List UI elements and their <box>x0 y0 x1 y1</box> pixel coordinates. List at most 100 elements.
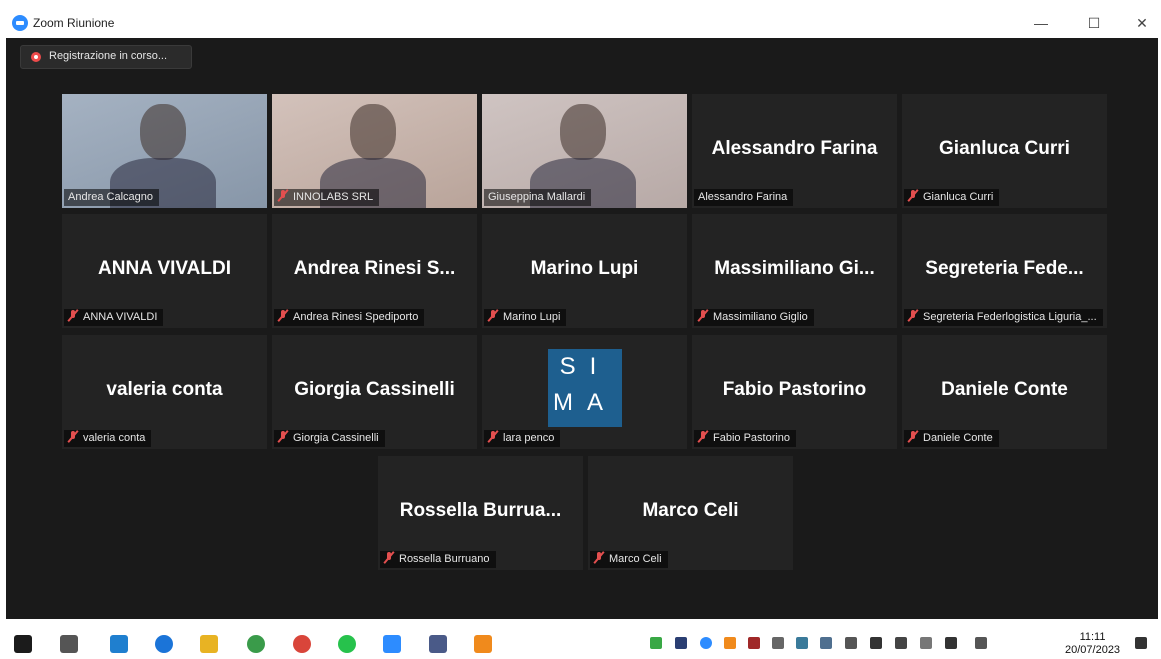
participant-nameplate: Rossella Burruano <box>380 551 496 568</box>
participant-name: Daniele Conte <box>923 432 993 444</box>
participant-nameplate: lara penco <box>484 430 561 447</box>
participant-display-name: Gianluca Curri <box>939 138 1070 159</box>
participant-display-name: Alessandro Farina <box>711 138 878 159</box>
participant-nameplate: Andrea Calcagno <box>64 189 160 206</box>
title-bar: Zoom Riunione — ☐ ✕ <box>6 8 1158 38</box>
usb-icon[interactable] <box>945 637 957 649</box>
windows-taskbar: 11:11 20/07/2023 <box>0 627 1161 659</box>
pen-icon[interactable] <box>975 637 987 649</box>
clock-date: 20/07/2023 <box>1065 644 1121 656</box>
start-icon[interactable] <box>14 635 32 653</box>
participant-tile[interactable]: Alessandro Farina Alessandro Farina <box>692 94 897 208</box>
participant-display-name: Giorgia Cassinelli <box>294 379 455 400</box>
record-icon <box>31 52 41 62</box>
mic-muted-icon <box>277 189 289 202</box>
participant-nameplate: Daniele Conte <box>904 430 999 447</box>
participant-name: Giorgia Cassinelli <box>293 432 379 444</box>
participant-name: Andrea Calcagno <box>68 191 154 203</box>
mic-muted-icon <box>487 309 499 322</box>
task-view-icon[interactable] <box>60 635 78 653</box>
tray-calendar-icon[interactable] <box>748 637 760 649</box>
close-button[interactable]: ✕ <box>1122 12 1158 34</box>
tray-zoom-icon[interactable] <box>700 637 712 649</box>
participant-tile[interactable]: Gianluca Curri Gianluca Curri <box>902 94 1107 208</box>
participant-nameplate: INNOLABS SRL <box>274 189 380 206</box>
mic-muted-icon <box>907 309 919 322</box>
participant-display-name: Massimiliano Gi... <box>714 258 875 279</box>
zoom-taskbar-icon[interactable] <box>383 635 401 653</box>
participant-nameplate: ANNA VIVALDI <box>64 309 164 326</box>
participant-tile[interactable]: Andrea Calcagno <box>62 94 267 208</box>
participant-name: ANNA VIVALDI <box>83 311 158 323</box>
whatsapp-icon[interactable] <box>338 635 356 653</box>
notifications-icon[interactable] <box>1135 637 1147 649</box>
clock-time: 11:11 <box>1079 631 1106 643</box>
participant-tile[interactable]: Giorgia Cassinelli Giorgia Cassinelli <box>272 335 477 449</box>
participant-head <box>350 104 396 160</box>
chrome-profile-icon[interactable] <box>293 635 311 653</box>
mic-muted-icon <box>907 189 919 202</box>
participant-nameplate: Gianluca Curri <box>904 189 1000 206</box>
participant-tile[interactable]: ANNA VIVALDI ANNA VIVALDI <box>62 214 267 328</box>
mic-muted-icon <box>593 551 605 564</box>
participant-name: Andrea Rinesi Spediporto <box>293 311 419 323</box>
participant-tile[interactable]: Marco Celi Marco Celi <box>588 456 793 570</box>
participant-name: lara penco <box>503 432 555 444</box>
participant-display-name: Rossella Burrua... <box>399 500 562 521</box>
paint-icon[interactable] <box>429 635 447 653</box>
participant-tile[interactable]: valeria conta valeria conta <box>62 335 267 449</box>
edge-icon[interactable] <box>155 635 173 653</box>
participant-tile[interactable]: Daniele Conte Daniele Conte <box>902 335 1107 449</box>
tray-settings-icon[interactable] <box>772 637 784 649</box>
tray-app-icon[interactable] <box>650 637 662 649</box>
system-clock[interactable]: 11:11 20/07/2023 <box>1065 631 1120 657</box>
participant-display-name: Segreteria Fede... <box>925 258 1084 279</box>
participant-display-name: valeria conta <box>106 379 223 400</box>
participant-nameplate: Andrea Rinesi Spediporto <box>274 309 425 326</box>
participant-tile[interactable]: Massimiliano Gi... Massimiliano Giglio <box>692 214 897 328</box>
participant-tile[interactable]: Marino Lupi Marino Lupi <box>482 214 687 328</box>
vlc-icon[interactable] <box>474 635 492 653</box>
participant-tile[interactable]: Giuseppina Mallardi <box>482 94 687 208</box>
wifi-icon[interactable] <box>845 637 857 649</box>
participant-nameplate: Massimiliano Giglio <box>694 309 814 326</box>
maximize-button[interactable]: ☐ <box>1074 12 1114 34</box>
participant-tile[interactable]: Andrea Rinesi S... Andrea Rinesi Spedipor… <box>272 214 477 328</box>
participant-tile[interactable]: SI MA lara penco <box>482 335 687 449</box>
participant-nameplate: Giorgia Cassinelli <box>274 430 385 447</box>
zoom-meeting-window: Zoom Riunione — ☐ ✕ Registrazione in cor… <box>6 8 1158 619</box>
participant-name: Massimiliano Giglio <box>713 311 808 323</box>
tray-monitor-icon[interactable] <box>820 637 832 649</box>
sima-logo-row-1: SI <box>559 353 611 380</box>
tray-network-app-icon[interactable] <box>796 637 808 649</box>
participant-tile[interactable]: Fabio Pastorino Fabio Pastorino <box>692 335 897 449</box>
participant-name: Marco Celi <box>609 553 662 565</box>
participant-name: Alessandro Farina <box>698 191 788 203</box>
window-title: Zoom Riunione <box>33 16 115 30</box>
participant-display-name: Andrea Rinesi S... <box>293 258 456 279</box>
mic-muted-icon <box>697 430 709 443</box>
chrome-icon[interactable] <box>247 635 265 653</box>
recording-indicator[interactable]: Registrazione in corso... <box>20 45 192 69</box>
participant-name: Giuseppina Mallardi <box>488 191 586 203</box>
participant-nameplate: Marino Lupi <box>484 309 567 326</box>
participant-head <box>560 104 606 160</box>
participant-name: Rossella Burruano <box>399 553 490 565</box>
mic-muted-icon <box>67 430 79 443</box>
file-explorer-icon[interactable] <box>200 635 218 653</box>
participant-nameplate: valeria conta <box>64 430 152 447</box>
recording-label: Registrazione in corso... <box>49 50 167 62</box>
tray-app-icon-2[interactable] <box>675 637 687 649</box>
store-icon[interactable] <box>110 635 128 653</box>
participant-name: Marino Lupi <box>503 311 561 323</box>
display-icon[interactable] <box>895 637 907 649</box>
tray-vlc-icon[interactable] <box>724 637 736 649</box>
participant-display-name: Marino Lupi <box>530 258 639 279</box>
participant-tile[interactable]: Rossella Burrua... Rossella Burruano <box>378 456 583 570</box>
participant-head <box>140 104 186 160</box>
minimize-button[interactable]: — <box>1021 12 1061 34</box>
battery-icon[interactable] <box>870 637 882 649</box>
participant-tile[interactable]: INNOLABS SRL <box>272 94 477 208</box>
volume-icon[interactable] <box>920 637 932 649</box>
participant-tile[interactable]: Segreteria Fede... Segreteria Federlogist… <box>902 214 1107 328</box>
